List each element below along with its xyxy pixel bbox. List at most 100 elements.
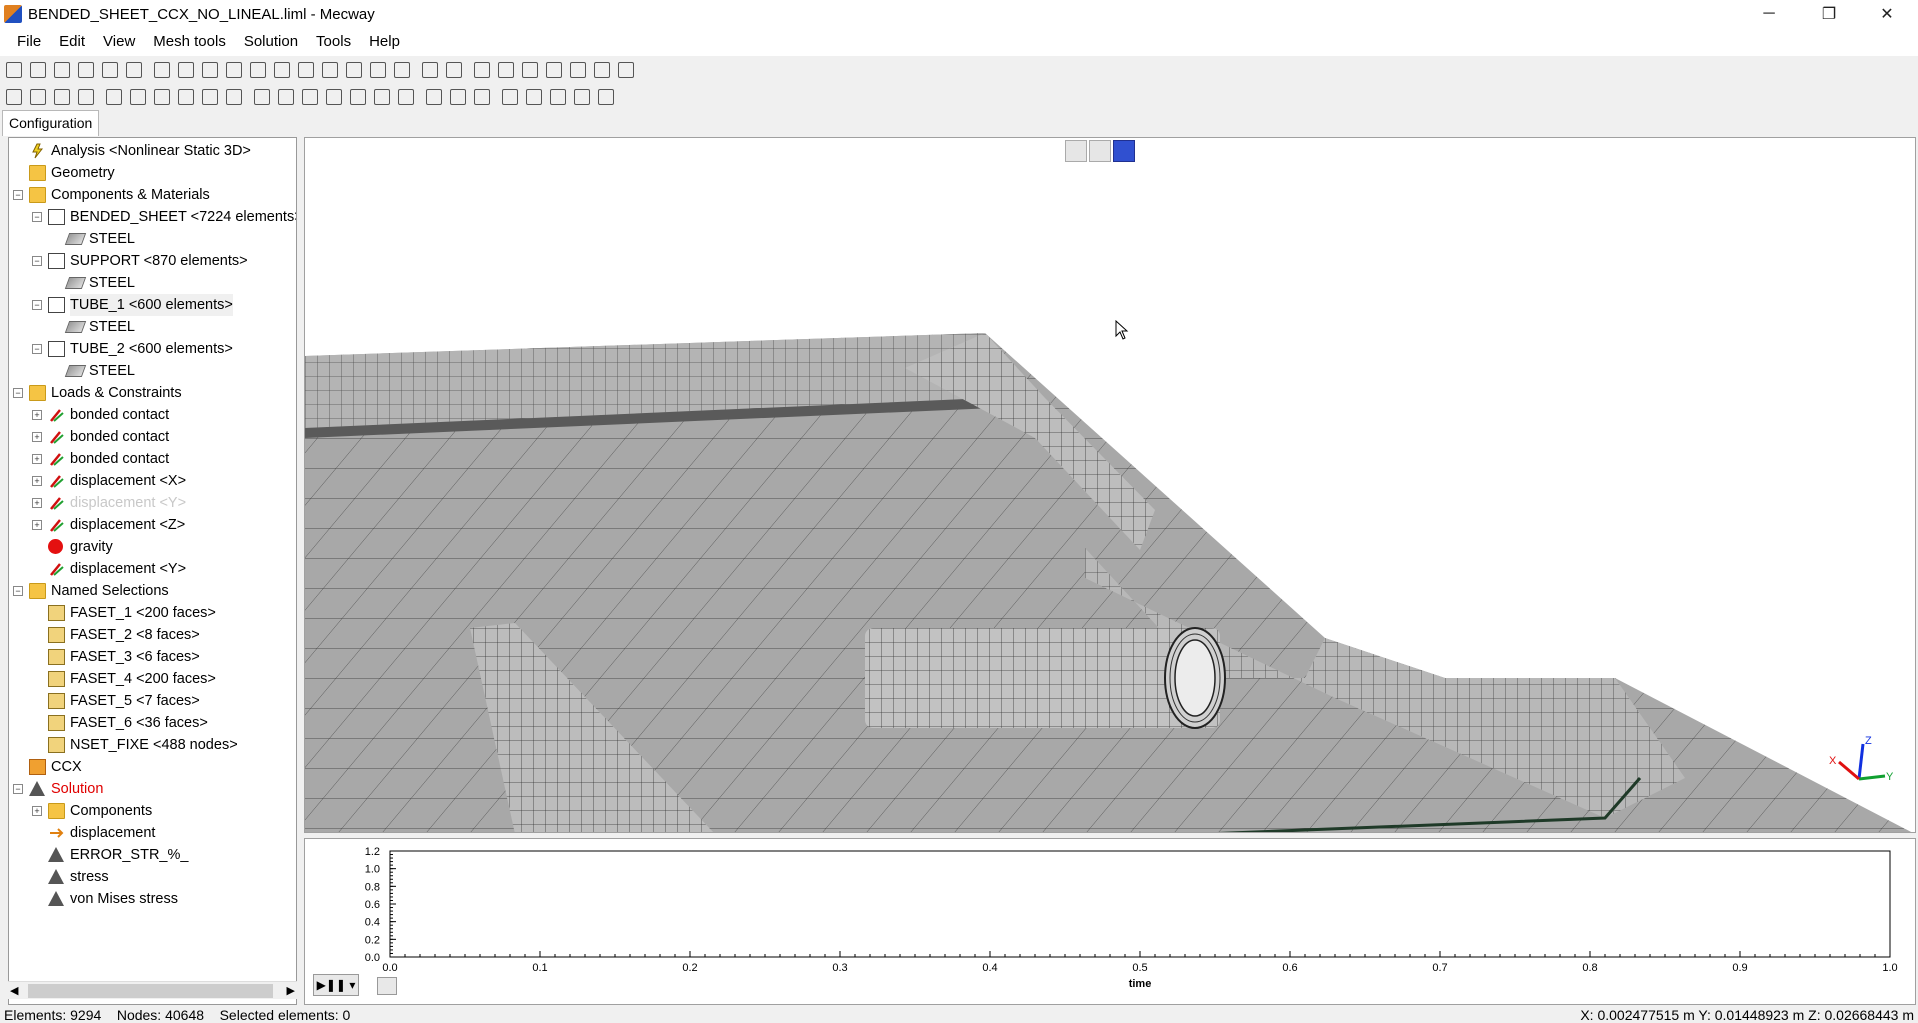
expand-icon[interactable]: + — [32, 520, 42, 530]
edges-button[interactable] — [518, 59, 541, 81]
box-button[interactable] — [150, 86, 173, 108]
wireframe-button[interactable] — [494, 59, 517, 81]
scroll-left-button[interactable] — [566, 59, 589, 81]
bowl-button[interactable] — [522, 86, 545, 108]
lasso-button[interactable] — [26, 86, 49, 108]
scrollbar-thumb[interactable] — [28, 984, 273, 998]
expand-icon[interactable]: + — [32, 806, 42, 816]
find-button[interactable] — [390, 59, 413, 81]
tree-item[interactable]: − TUBE_2 <600 elements> — [9, 338, 296, 360]
menu-tools[interactable]: Tools — [307, 28, 360, 56]
tree-item[interactable]: CCX — [9, 756, 296, 778]
tree-item[interactable]: FASET_4 <200 faces> — [9, 668, 296, 690]
collapse-icon[interactable]: − — [13, 388, 23, 398]
tree-item[interactable]: − BENDED_SHEET <7224 elements> — [9, 206, 296, 228]
expand-icon[interactable]: + — [32, 432, 42, 442]
collapse-icon[interactable]: − — [32, 212, 42, 222]
tree-item[interactable]: displacement <Y> — [9, 558, 296, 580]
new-file-button[interactable] — [2, 59, 25, 81]
view-right-button[interactable] — [246, 59, 269, 81]
time-slider-thumb[interactable] — [377, 977, 397, 995]
curve-button[interactable] — [346, 86, 369, 108]
extrude-button[interactable] — [274, 86, 297, 108]
tree-item[interactable]: − Solution — [9, 778, 296, 800]
triangle-button[interactable] — [446, 86, 469, 108]
tree-item[interactable]: − Loads & Constraints — [9, 382, 296, 404]
menu-view[interactable]: View — [94, 28, 144, 56]
view-left-button[interactable] — [222, 59, 245, 81]
collapse-icon[interactable]: − — [32, 344, 42, 354]
rotate-button[interactable] — [366, 59, 389, 81]
view-shaded-toggle[interactable] — [1089, 140, 1111, 162]
export-button[interactable] — [442, 59, 465, 81]
split-button[interactable] — [222, 86, 245, 108]
tree-item[interactable]: STEEL — [9, 228, 296, 250]
tree-item[interactable]: gravity — [9, 536, 296, 558]
menu-help[interactable]: Help — [360, 28, 409, 56]
tree-item[interactable]: von Mises stress — [9, 888, 296, 910]
expand-icon[interactable]: + — [32, 454, 42, 464]
points-button[interactable] — [394, 86, 417, 108]
pick-button[interactable] — [50, 86, 73, 108]
delete-button[interactable] — [174, 86, 197, 108]
blank-button[interactable] — [590, 59, 613, 81]
layers-button[interactable] — [122, 59, 145, 81]
view-iso-button[interactable] — [150, 59, 173, 81]
zoom-button[interactable] — [342, 59, 365, 81]
view-solid-toggle[interactable] — [1113, 140, 1135, 162]
shaded-button[interactable] — [470, 59, 493, 81]
menu-solution[interactable]: Solution — [235, 28, 307, 56]
tree-item[interactable]: ERROR_STR_%_ — [9, 844, 296, 866]
cross-button[interactable] — [198, 86, 221, 108]
expand-icon[interactable]: + — [32, 410, 42, 420]
tree-item[interactable]: STEEL — [9, 316, 296, 338]
tree-item[interactable]: STEEL — [9, 272, 296, 294]
tree-item[interactable]: displacement — [9, 822, 296, 844]
tree-item[interactable]: FASET_1 <200 faces> — [9, 602, 296, 624]
collapse-icon[interactable]: − — [13, 190, 23, 200]
tree-item[interactable]: + Components — [9, 800, 296, 822]
triangle-outline-button[interactable] — [470, 86, 493, 108]
print-button[interactable] — [418, 59, 441, 81]
tree-item[interactable]: + displacement <Y> — [9, 492, 296, 514]
tab-configuration[interactable]: Configuration — [2, 110, 100, 136]
sheet-button[interactable] — [546, 86, 569, 108]
play-pause-button[interactable]: ▶❚❚ ▾ — [313, 974, 359, 996]
tree-item[interactable]: + bonded contact — [9, 448, 296, 470]
mesh-model-view[interactable] — [305, 138, 1916, 833]
tree-item[interactable]: FASET_5 <7 faces> — [9, 690, 296, 712]
paint-button[interactable] — [74, 86, 97, 108]
tree-item[interactable]: Geometry — [9, 162, 296, 184]
select-button[interactable] — [2, 86, 25, 108]
branch-button[interactable] — [370, 86, 393, 108]
tree-item[interactable]: Analysis <Nonlinear Static 3D> — [9, 140, 296, 162]
scroll-right-button[interactable] — [614, 59, 637, 81]
menu-edit[interactable]: Edit — [50, 28, 94, 56]
collapse-icon[interactable]: − — [32, 300, 42, 310]
collapse-icon[interactable]: − — [13, 784, 23, 794]
view-front-button[interactable] — [174, 59, 197, 81]
sweep-button[interactable] — [322, 86, 345, 108]
tree-item[interactable]: stress — [9, 866, 296, 888]
nodes-button[interactable] — [102, 86, 125, 108]
model-viewport[interactable]: Z Y X — [304, 137, 1916, 833]
close-button[interactable]: ✕ — [1858, 0, 1916, 28]
tree-item[interactable]: − SUPPORT <870 elements> — [9, 250, 296, 272]
open-file-button[interactable] — [26, 59, 49, 81]
tree-item[interactable]: FASET_2 <8 faces> — [9, 624, 296, 646]
view-wireframe-toggle[interactable] — [1065, 140, 1087, 162]
tree-item[interactable]: + bonded contact — [9, 426, 296, 448]
redo-button[interactable] — [98, 59, 121, 81]
tree-item[interactable]: + bonded contact — [9, 404, 296, 426]
tree-item[interactable]: + displacement <Z> — [9, 514, 296, 536]
collapse-icon[interactable]: − — [13, 586, 23, 596]
view-bottom-button[interactable] — [294, 59, 317, 81]
scroll-right-icon[interactable]: ▶ — [287, 984, 295, 997]
scroll-left-icon[interactable]: ◀ — [10, 984, 18, 997]
tree-item[interactable]: STEEL — [9, 360, 296, 382]
tree-item[interactable]: − Components & Materials — [9, 184, 296, 206]
tree-item[interactable]: NSET_FIXE <488 nodes> — [9, 734, 296, 756]
minimize-button[interactable]: ─ — [1740, 0, 1798, 28]
collapse-icon[interactable]: − — [32, 256, 42, 266]
shell-button[interactable] — [498, 86, 521, 108]
